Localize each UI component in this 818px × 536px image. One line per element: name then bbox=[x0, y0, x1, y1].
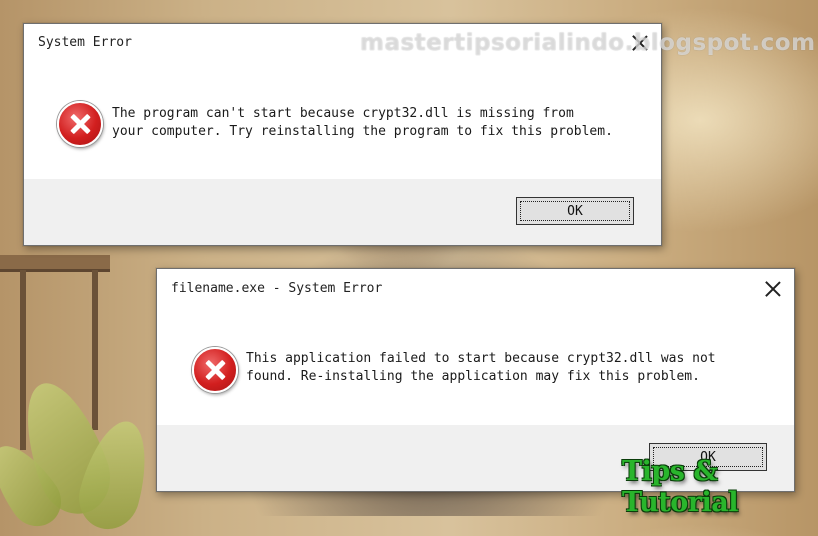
error-icon bbox=[192, 347, 238, 393]
error-message-line: The program can't start because crypt32.… bbox=[112, 106, 574, 121]
background-table-leg bbox=[20, 270, 26, 450]
error-message-line: found. Re-installing the application may… bbox=[246, 369, 700, 384]
error-message: The program can't start because crypt32.… bbox=[112, 105, 613, 141]
tips-tutorial-logo: Tips & Tutorial bbox=[622, 456, 738, 518]
ok-button-label: OK bbox=[567, 203, 583, 219]
close-icon[interactable] bbox=[763, 279, 783, 299]
error-message-line: your computer. Try reinstalling the prog… bbox=[112, 124, 613, 139]
error-message: This application failed to start because… bbox=[246, 350, 716, 386]
dialog-title: System Error bbox=[38, 35, 132, 50]
system-error-dialog: System Error The program can't start bec… bbox=[23, 23, 662, 246]
watermark-text: mastertipsorialindo.blogspot.com bbox=[360, 30, 816, 56]
error-message-line: This application failed to start because… bbox=[246, 351, 716, 366]
ok-button[interactable]: OK bbox=[516, 197, 634, 225]
error-icon bbox=[57, 101, 103, 147]
background-table-leg bbox=[92, 270, 98, 430]
dialog-title: filename.exe - System Error bbox=[171, 281, 383, 296]
